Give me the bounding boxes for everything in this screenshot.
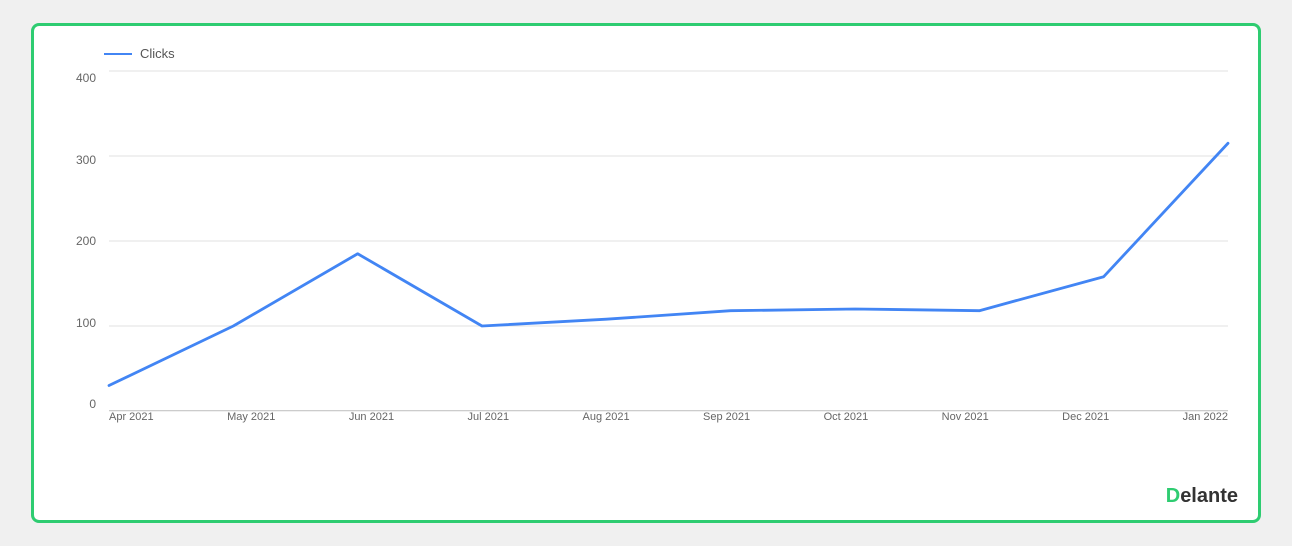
legend-label: Clicks (140, 46, 175, 61)
chart-legend: Clicks (104, 46, 1228, 61)
y-axis-label: 0 (89, 397, 96, 411)
x-axis-label: Oct 2021 (824, 411, 869, 451)
y-axis-label: 100 (76, 316, 96, 330)
x-axis-label: Dec 2021 (1062, 411, 1109, 451)
x-axis-label: Jun 2021 (349, 411, 394, 451)
y-axis-label: 400 (76, 71, 96, 85)
line-chart-svg (109, 71, 1228, 411)
x-axis-label: Aug 2021 (583, 411, 630, 451)
legend-line-icon (104, 53, 132, 55)
chart-area: 400 300 200 100 0 Apr 2021 May 2021 Jun 2021 Ju… (54, 71, 1228, 451)
y-axis-label: 200 (76, 234, 96, 248)
chart-container: Clicks 400 300 200 100 0 Apr 2021 May 2021 Jun… (31, 23, 1261, 523)
x-axis-label: Jan 2022 (1183, 411, 1228, 451)
x-axis-label: May 2021 (227, 411, 275, 451)
x-axis-label: Jul 2021 (468, 411, 510, 451)
y-axis-label: 300 (76, 153, 96, 167)
x-axis-label: Apr 2021 (109, 411, 154, 451)
x-axis-label: Sep 2021 (703, 411, 750, 451)
x-axis: Apr 2021 May 2021 Jun 2021 Jul 2021 Aug 2021… (109, 411, 1228, 451)
plot-area (109, 71, 1228, 411)
y-axis: 400 300 200 100 0 (54, 71, 104, 411)
branding-d: D (1166, 485, 1180, 508)
branding-rest: elante (1180, 485, 1238, 508)
x-axis-label: Nov 2021 (942, 411, 989, 451)
branding: Delante (1166, 485, 1238, 508)
